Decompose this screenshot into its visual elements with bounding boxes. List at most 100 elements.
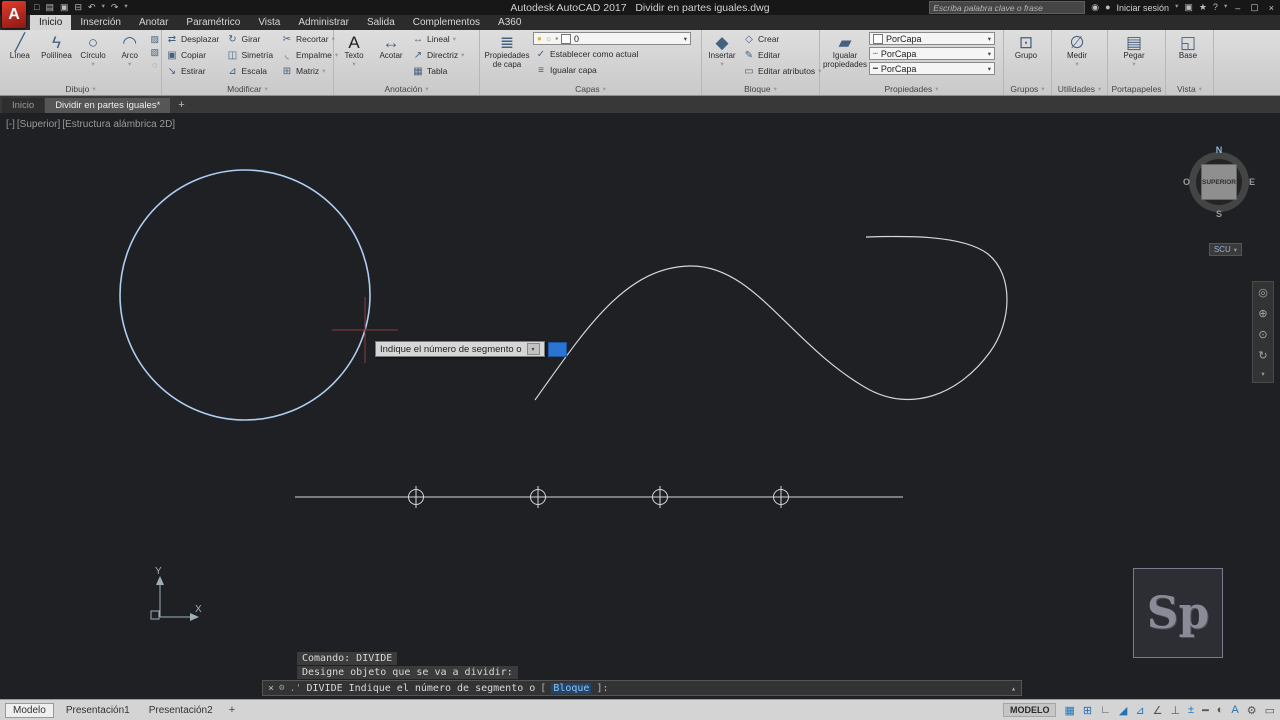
polilinea-button[interactable]: ϟ Polilínea [39,31,75,61]
panel-utilidades-footer[interactable]: Utilidades ▾ [1052,83,1107,95]
desplazar-button[interactable]: ⇄ Desplazar [164,31,223,47]
viewport-menu-control[interactable]: [-] [6,119,15,130]
ortho-toggle-icon[interactable]: ∟ [1100,704,1111,716]
acotar-button[interactable]: ↔ Acotar [373,31,409,61]
editar-atributos-button[interactable]: ▭ Editar atributos ▾ [741,63,815,79]
base-button[interactable]: ◱ Base [1168,31,1208,61]
layer-dropdown[interactable]: ● ☼ ▪ 0 ▾ [533,32,691,45]
igualar-capa-button[interactable]: ≡ Igualar capa [533,62,691,78]
panel-propiedades-footer[interactable]: Propiedades ▾ [820,83,1003,95]
viewcube-south[interactable]: S [1216,209,1222,219]
dyninput-toggle-icon[interactable]: ± [1188,704,1194,716]
minimize-button[interactable]: – [1233,3,1242,13]
file-tab-active-drawing[interactable]: Dividir en partes iguales* [45,98,170,113]
circulo-button[interactable]: ○ Círculo ▾ [75,31,111,68]
linetype-dropdown-icon[interactable]: ▾ [988,50,991,58]
drawing-area[interactable]: Y X [-] [Superior] [Estructura alámbrica… [0,113,1280,699]
navigation-wheel-icon[interactable]: ◎ [1258,286,1268,299]
undo-dropdown-icon[interactable]: ▾ [102,4,105,11]
lineweight-dropdown-icon[interactable]: ▾ [988,65,991,73]
tab-anotar[interactable]: Anotar [130,15,177,30]
establecer-como-actual-button[interactable]: ✓ Establecer como actual [533,46,691,62]
tab-administrar[interactable]: Administrar [289,15,358,30]
polar-toggle-icon[interactable]: ◢ [1119,704,1127,717]
panel-anotacion-footer[interactable]: Anotación ▾ [334,83,479,95]
spline-entity[interactable] [535,236,1007,400]
layout2-tab[interactable]: Presentación2 [142,704,220,717]
directriz-dropdown-icon[interactable]: ▾ [461,51,464,59]
redo-icon[interactable]: ↷ [111,3,119,12]
model-tab[interactable]: Modelo [5,703,54,718]
propiedades-de-capa-button[interactable]: ≣ Propiedades de capa [482,31,532,70]
tab-insercion[interactable]: Inserción [71,15,130,30]
command-close-icon[interactable]: × [268,683,274,694]
tab-salida[interactable]: Salida [358,15,404,30]
texto-dropdown-icon[interactable]: ▾ [352,61,355,68]
navbar-more-icon[interactable]: ▾ [1261,370,1264,378]
help-search-input[interactable] [929,1,1085,14]
gradient-icon[interactable]: ▧ [151,47,160,58]
qat-menu-icon[interactable]: ▾ [124,4,127,11]
lineal-button[interactable]: ↔ Lineal ▾ [410,31,474,47]
pan-icon[interactable]: ⊕ [1258,307,1267,320]
drawing-geometry[interactable]: Y X [0,113,1280,699]
close-button[interactable]: × [1267,3,1276,13]
lineweight-toggle-icon[interactable]: ━ [1202,704,1209,717]
insertar-button[interactable]: ◆ Insertar ▾ [704,31,740,68]
girar-button[interactable]: ↻ Girar [224,31,278,47]
pegar-dropdown-icon[interactable]: ▾ [1132,61,1135,68]
grupo-button[interactable]: ⊡ Grupo [1006,31,1046,61]
maximize-button[interactable]: ▢ [1248,2,1261,13]
object-color-dropdown[interactable]: PorCapa ▾ [869,32,995,45]
panel-capas-footer[interactable]: Capas ▾ [480,83,701,95]
viewcube[interactable]: N S E O SUPERIOR [1182,145,1256,219]
viewcube-west[interactable]: O [1183,177,1190,187]
ducs-toggle-icon[interactable]: ⊥ [1170,704,1180,717]
new-file-icon[interactable]: □ [34,3,39,12]
tab-complementos[interactable]: Complementos [404,15,489,30]
view-control[interactable]: [Superior] [17,119,60,130]
viewcube-east[interactable]: E [1249,177,1255,187]
circle-entity[interactable] [120,170,370,420]
search-icon[interactable]: ◉ [1091,3,1099,12]
panel-dibujo-footer[interactable]: Dibujo ▾ [0,83,161,95]
command-customize-icon[interactable]: ⚙ [279,683,284,693]
boundary-icon[interactable]: ◌ [151,60,160,70]
empalme-button[interactable]: ◟ Empalme ▾ [279,47,331,63]
matriz-dropdown-icon[interactable]: ▾ [322,67,325,75]
lineal-dropdown-icon[interactable]: ▾ [453,35,456,43]
directriz-button[interactable]: ↗ Directriz ▾ [410,47,474,63]
file-tab-inicio[interactable]: Inicio [2,98,44,113]
med​ir-button[interactable]: ∅ Medir ▾ [1054,31,1100,68]
viewcube-north[interactable]: N [1216,145,1223,155]
panel-portapapeles-footer[interactable]: Portapapeles [1108,83,1165,95]
igualar-propiedades-button[interactable]: ▰ Igualar propiedades [822,31,868,70]
snap-toggle-icon[interactable]: ⊞ [1083,704,1092,717]
recortar-button[interactable]: ✂ Recortar ▾ [279,31,331,47]
application-menu-button[interactable]: A [2,1,26,28]
layer-dropdown-icon[interactable]: ▾ [684,35,687,43]
medir-dropdown-icon[interactable]: ▾ [1075,61,1078,68]
arco-button[interactable]: ◠ Arco ▾ [112,31,148,68]
tab-parametrico[interactable]: Paramétrico [177,15,249,30]
customization-gear-icon[interactable]: ⚙ [1247,704,1257,717]
matriz-button[interactable]: ⊞ Matriz ▾ [279,63,331,79]
command-prompt[interactable]: DIVIDE Indique el número de segmento o [307,683,536,694]
panel-modificar-footer[interactable]: Modificar ▾ [162,83,333,95]
annotation-scale-icon[interactable]: A [1231,704,1238,716]
simetria-button[interactable]: ◫ Simetría [224,47,278,63]
pegar-button[interactable]: ▤ Pegar ▾ [1110,31,1158,68]
panel-vista-footer[interactable]: Vista ▾ [1166,83,1213,95]
linetype-dropdown[interactable]: ┄ PorCapa ▾ [869,47,995,60]
tab-inicio[interactable]: Inicio [30,15,71,30]
viewcube-top-face[interactable]: SUPERIOR [1201,164,1237,200]
new-drawing-tab-button[interactable]: + [171,99,191,111]
tab-vista[interactable]: Vista [249,15,289,30]
zoom-icon[interactable]: ⊙ [1258,328,1267,341]
signin-dropdown-icon[interactable]: ▾ [1175,4,1178,11]
escala-button[interactable]: ⊿ Escala [224,63,278,79]
help-icon[interactable]: ? [1213,3,1218,12]
panel-bloque-footer[interactable]: Bloque ▾ [702,83,819,95]
tabla-button[interactable]: ▦ Tabla [410,63,474,79]
texto-button[interactable]: A Texto ▾ [336,31,372,68]
